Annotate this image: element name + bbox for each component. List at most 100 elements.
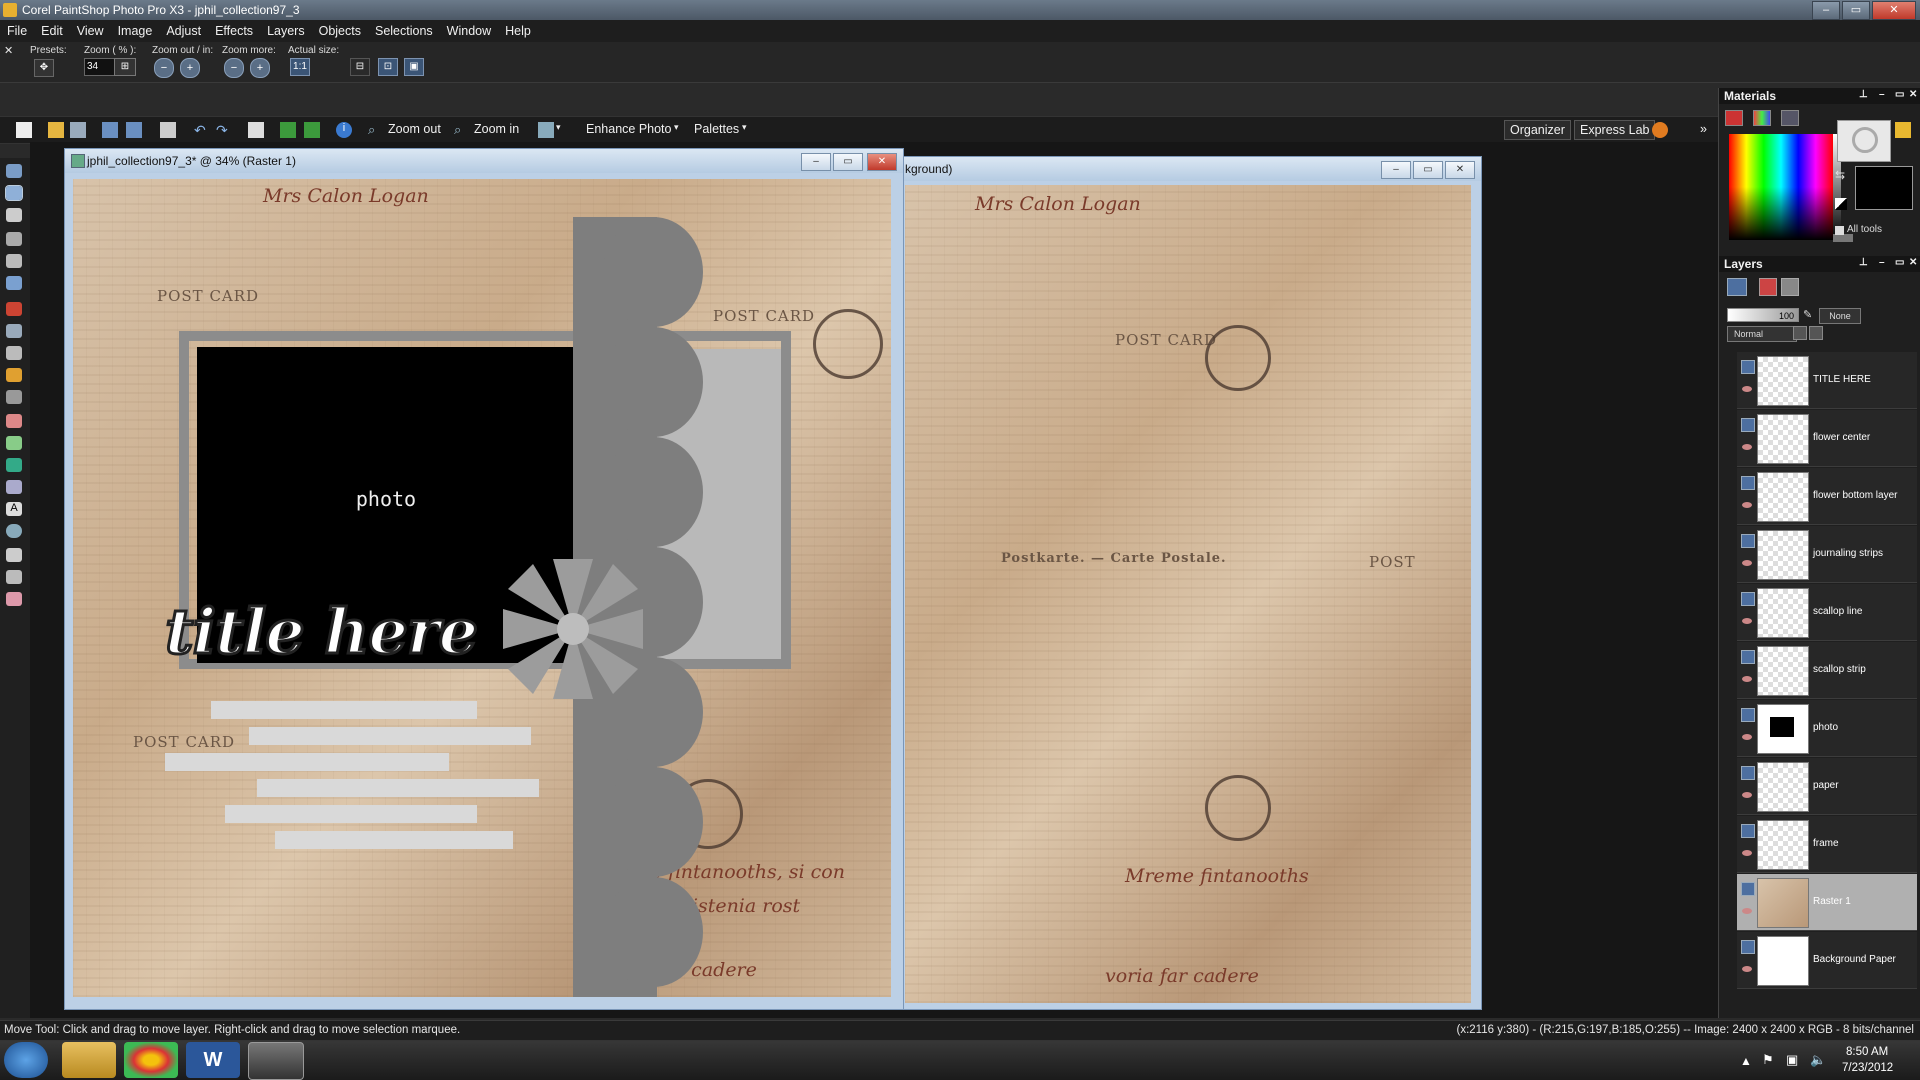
view-mode-icon[interactable] (538, 122, 554, 138)
doc2-titlebar[interactable]: kground) – ▭ ✕ (893, 157, 1481, 181)
move-tool-icon[interactable] (5, 185, 23, 201)
picture-tube-icon[interactable] (6, 480, 22, 494)
frame-tab-icon[interactable] (1725, 110, 1743, 126)
color-replacer-icon[interactable] (6, 436, 22, 450)
doc1-maximize-button[interactable]: ▭ (833, 153, 863, 171)
preset-shape-icon[interactable] (6, 524, 22, 538)
all-tools-checkbox[interactable] (1835, 226, 1844, 235)
actual-size-icon[interactable]: 1:1 (290, 58, 310, 76)
word-taskbar-icon[interactable]: W (186, 1042, 240, 1078)
mesh-warp-icon[interactable] (6, 592, 22, 606)
maximize-button[interactable]: ▭ (1842, 1, 1870, 20)
visibility-eye-icon[interactable] (1742, 850, 1752, 856)
fit-window-icon[interactable]: ⊟ (350, 58, 370, 76)
background-swatch[interactable] (1855, 166, 1913, 210)
lock-icon[interactable] (1809, 326, 1823, 340)
share-icon[interactable] (1652, 122, 1668, 138)
zoom-value-field[interactable]: 34 (84, 58, 116, 76)
materials-minimize-icon[interactable]: – (1879, 89, 1885, 100)
clock-date[interactable]: 7/23/2012 (1842, 1062, 1893, 1074)
network-icon[interactable]: ▣ (1786, 1052, 1798, 1068)
layer-row-flower-bottom[interactable]: flower bottom layer (1737, 468, 1917, 525)
zoom-spinner-icon[interactable]: ⊞ (114, 58, 136, 76)
zoom-out-toolbar-icon[interactable]: ⌕ (368, 122, 384, 138)
visibility-eye-icon[interactable] (1742, 444, 1752, 450)
open-folder-icon[interactable] (48, 122, 64, 138)
brush-icon[interactable]: ✎ (1803, 308, 1817, 322)
layer-row-background-paper[interactable]: Background Paper (1737, 932, 1917, 989)
warp-brush-icon[interactable] (6, 570, 22, 584)
layer-row-photo[interactable]: photo (1737, 700, 1917, 757)
layer-row-paper[interactable]: paper (1737, 758, 1917, 815)
pen-tool-icon[interactable] (6, 548, 22, 562)
organizer-button[interactable]: Organizer (1504, 120, 1571, 140)
swap-colors-icon[interactable]: ⇆ (1835, 168, 1845, 182)
doc2-close-button[interactable]: ✕ (1445, 161, 1475, 179)
visibility-eye-icon[interactable] (1742, 734, 1752, 740)
layer-row-flower-center[interactable]: flower center (1737, 410, 1917, 467)
layer-row-journaling-strips[interactable]: journaling strips (1737, 526, 1917, 583)
doc1-canvas[interactable]: Mrs Calon Logan POST CARD POST CARD POST… (73, 179, 891, 997)
blend-mode-select[interactable]: Normal (1727, 326, 1797, 342)
zoom-more-in-icon[interactable]: + (250, 58, 270, 78)
reset-colors-icon[interactable] (1835, 198, 1847, 210)
visibility-eye-icon[interactable] (1742, 792, 1752, 798)
chrome-taskbar-icon[interactable] (124, 1042, 178, 1078)
swatch-tab-icon[interactable] (1781, 110, 1799, 126)
rotate-left-icon[interactable] (280, 122, 296, 138)
fit-image-icon[interactable]: ⊡ (378, 58, 398, 76)
visibility-eye-icon[interactable] (1742, 560, 1752, 566)
menu-layers[interactable]: Layers (260, 24, 312, 38)
zoom-in-toolbar-icon[interactable]: ⌕ (454, 122, 470, 138)
fit-screen-icon[interactable]: ▣ (404, 58, 424, 76)
palettes-menu[interactable]: Palettes (694, 122, 739, 136)
rotate-right-icon[interactable] (304, 122, 320, 138)
doc1-close-button[interactable]: ✕ (867, 153, 897, 171)
layer-row-frame[interactable]: frame (1737, 816, 1917, 873)
new-file-icon[interactable] (16, 122, 32, 138)
redo-icon[interactable]: ↷ (216, 122, 232, 138)
zoom-in-button[interactable]: Zoom in (474, 122, 519, 136)
layer-row-raster-1[interactable]: Raster 1 (1737, 874, 1917, 931)
chevron-down-icon[interactable]: ▾ (556, 122, 561, 133)
dodge-tool-icon[interactable] (6, 390, 22, 404)
start-button[interactable] (4, 1042, 48, 1078)
undo-icon[interactable]: ↶ (194, 122, 210, 138)
crop-tool-icon[interactable] (6, 254, 22, 268)
move-preset-icon[interactable]: ✥ (34, 59, 54, 77)
zoom-in-icon[interactable]: + (180, 58, 200, 78)
delete-layer-icon[interactable] (1759, 278, 1777, 296)
visibility-eye-icon[interactable] (1742, 908, 1752, 914)
visibility-eye-icon[interactable] (1742, 386, 1752, 392)
paint-brush-icon[interactable] (6, 368, 22, 382)
materials-pin-icon[interactable]: ⊥ (1859, 89, 1868, 100)
doc2-canvas[interactable]: Mrs Calon Logan POST CARD Postkarte. — C… (905, 185, 1471, 1003)
print-icon[interactable] (160, 122, 176, 138)
layers-maximize-icon[interactable]: ▭ (1895, 257, 1904, 268)
enhance-photo-menu[interactable]: Enhance Photo (586, 122, 672, 136)
explorer-taskbar-icon[interactable] (62, 1042, 116, 1078)
menu-selections[interactable]: Selections (368, 24, 440, 38)
flag-icon[interactable]: ⚑ (1762, 1052, 1774, 1068)
materials-maximize-icon[interactable]: ▭ (1895, 89, 1904, 100)
menu-image[interactable]: Image (111, 24, 160, 38)
fill-color-swatch[interactable] (1895, 122, 1911, 138)
doc2-minimize-button[interactable]: – (1381, 161, 1411, 179)
visibility-eye-icon[interactable] (1742, 502, 1752, 508)
minimize-button[interactable]: – (1812, 1, 1840, 20)
materials-close-icon[interactable]: ✕ (1909, 89, 1917, 100)
document-window-1[interactable]: jphil_collection97_3* @ 34% (Raster 1) –… (64, 148, 904, 1010)
close-button[interactable]: ✕ (1872, 1, 1916, 20)
straighten-tool-icon[interactable] (6, 276, 22, 290)
menu-file[interactable]: File (0, 24, 34, 38)
menu-adjust[interactable]: Adjust (159, 24, 208, 38)
visibility-eye-icon[interactable] (1742, 676, 1752, 682)
menu-effects[interactable]: Effects (208, 24, 260, 38)
visibility-eye-icon[interactable] (1742, 966, 1752, 972)
layers-minimize-icon[interactable]: – (1879, 257, 1885, 268)
menu-help[interactable]: Help (498, 24, 538, 38)
scroll-thumb[interactable] (1833, 234, 1853, 242)
menu-edit[interactable]: Edit (34, 24, 70, 38)
eraser-tool-icon[interactable] (6, 414, 22, 428)
close-options-icon[interactable]: ✕ (4, 44, 13, 57)
